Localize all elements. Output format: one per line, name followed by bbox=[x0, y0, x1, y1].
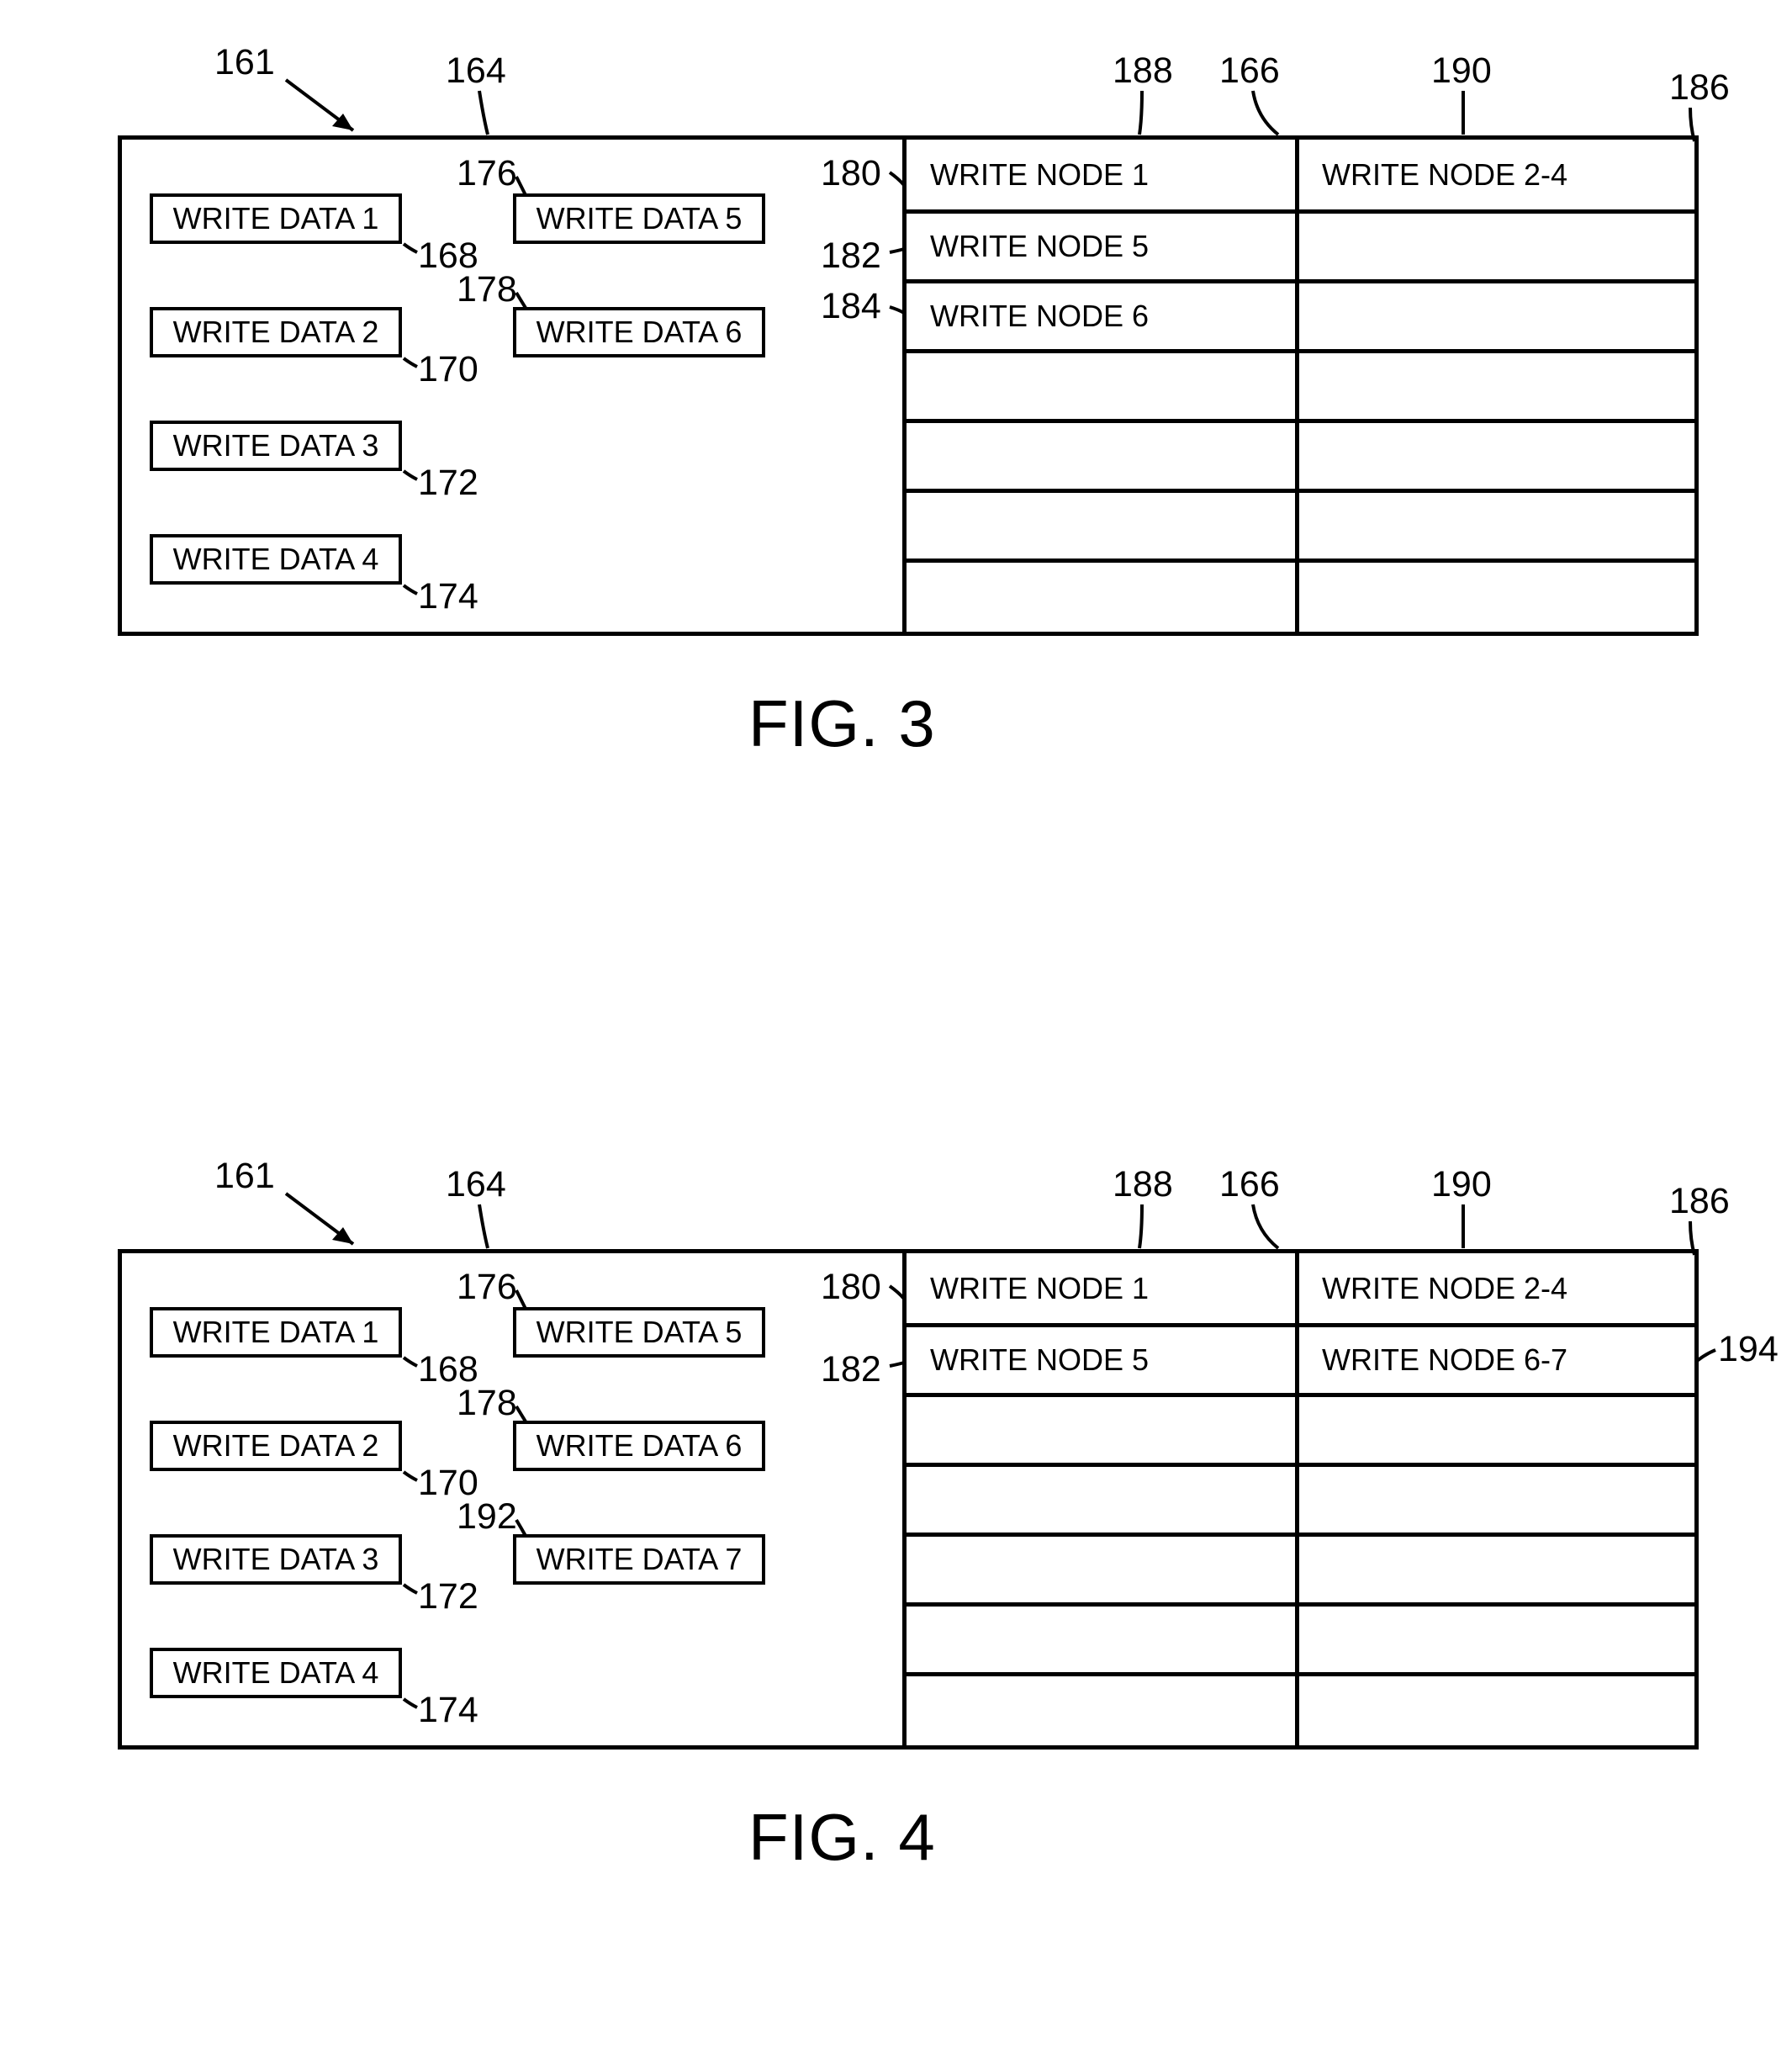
page: WRITE DATA 1 WRITE DATA 2 WRITE DATA 3 W… bbox=[0, 0, 1792, 2054]
fig3-title: FIG. 3 bbox=[748, 686, 936, 762]
fig3-leaders bbox=[0, 0, 1792, 757]
fig4-title: FIG. 4 bbox=[748, 1799, 936, 1876]
fig4-leaders bbox=[0, 1093, 1792, 1850]
